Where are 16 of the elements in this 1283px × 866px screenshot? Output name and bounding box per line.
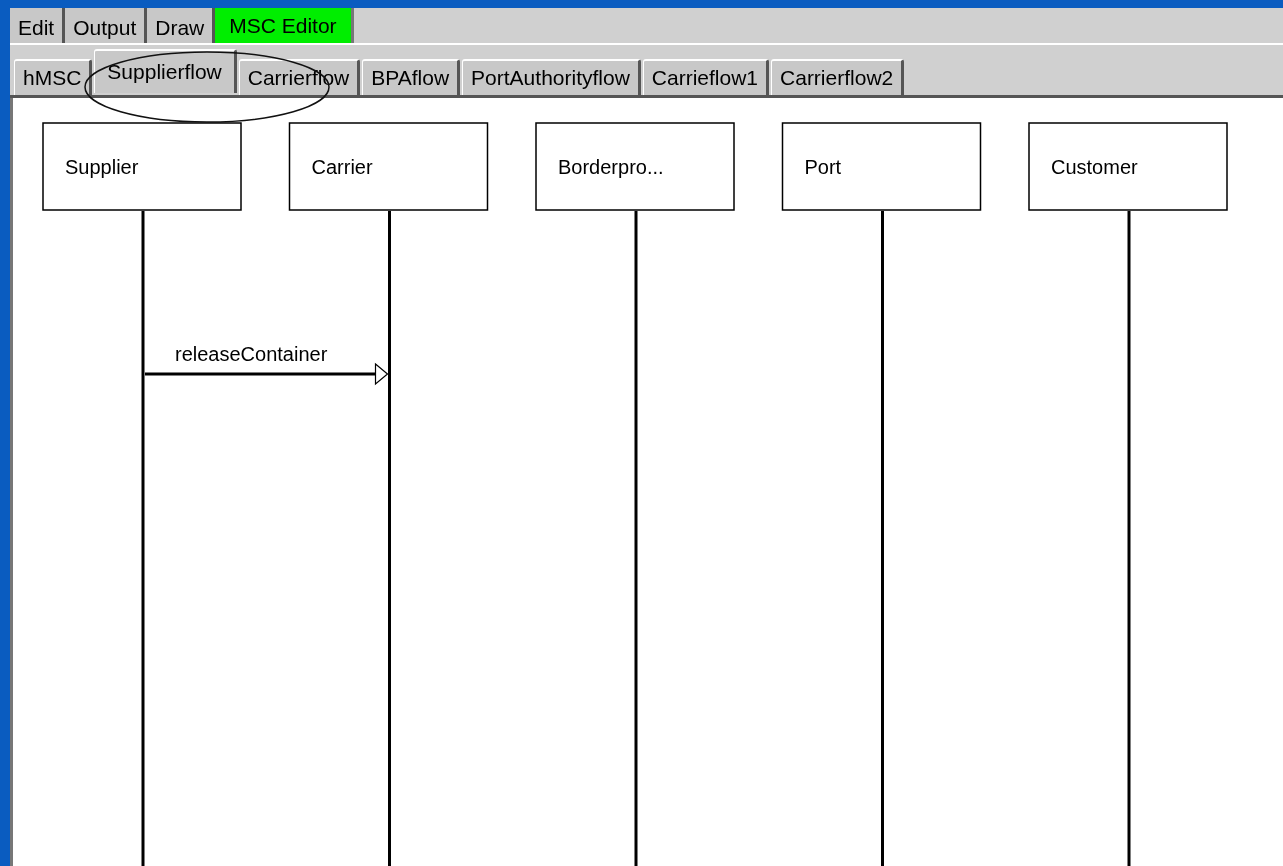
instance-box[interactable]: Supplier [42, 122, 242, 211]
main-tab[interactable]: Edit [10, 8, 66, 43]
message-label: releaseContainer [175, 343, 328, 365]
main-tab[interactable]: Output [65, 8, 148, 43]
diagram-tab[interactable]: Carrierflow2 [771, 59, 905, 95]
diagram-tab[interactable]: BPAflow [362, 59, 461, 95]
instance-box[interactable]: Port [781, 122, 982, 211]
diagram-tab[interactable]: Carrieflow1 [642, 59, 770, 95]
diagram-tab[interactable]: hMSC [14, 59, 93, 95]
diagram-tab[interactable]: Supplierflow [94, 49, 237, 93]
main-tab[interactable]: Draw [147, 8, 216, 43]
instance-box[interactable]: Customer [1028, 122, 1228, 211]
instance-box[interactable]: Borderpro... [535, 122, 735, 211]
instance-box[interactable]: Carrier [288, 122, 489, 211]
main-tab[interactable]: MSC Editor [215, 8, 354, 43]
diagram-tab[interactable]: PortAuthorityflow [462, 59, 641, 95]
